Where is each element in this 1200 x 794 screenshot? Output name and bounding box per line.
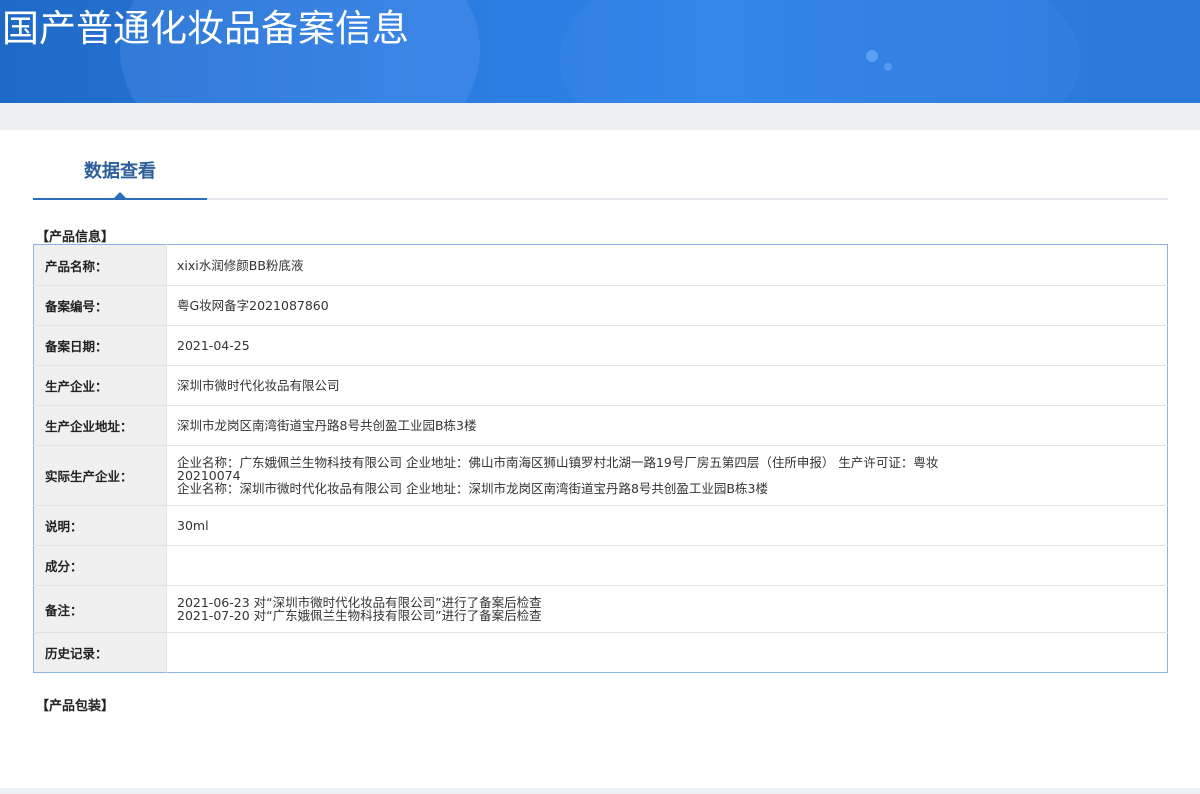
banner-decoration	[866, 50, 878, 62]
actual-manufacturer-value: 企业名称：广东娥佩兰生物科技有限公司 企业地址：佛山市南海区狮山镇罗村北湖一路1…	[166, 445, 1168, 506]
page-header-banner: 国产普通化妆品备案信息	[0, 0, 1200, 103]
product-name-value: xixi水润修颜BB粉底液	[166, 244, 1168, 286]
table-row: 说明： 30ml	[33, 505, 1168, 546]
actual-manufacturer-line: 企业名称：广东娥佩兰生物科技有限公司 企业地址：佛山市南海区狮山镇罗村北湖一路1…	[177, 455, 939, 483]
table-row: 生产企业： 深圳市微时代化妆品有限公司	[33, 365, 1168, 406]
row-label: 生产企业地址：	[33, 405, 167, 446]
table-row: 产品名称： xixi水润修颜BB粉底液	[33, 244, 1168, 286]
table-row: 备案日期： 2021-04-25	[33, 325, 1168, 366]
ingredients-value	[166, 545, 1168, 586]
section-title-product-packaging: 【产品包装】	[36, 699, 115, 714]
table-row: 历史记录：	[33, 632, 1168, 673]
tab-bar: 数据查看	[33, 130, 1168, 200]
tab-active-caret-icon	[114, 192, 126, 198]
remarks-value: 2021-06-23 对“深圳市微时代化妆品有限公司”进行了备案后检查 2021…	[166, 585, 1168, 633]
row-label: 说明：	[33, 505, 167, 546]
actual-manufacturer-line: 企业名称：深圳市微时代化妆品有限公司 企业地址：深圳市龙岗区南湾街道宝丹路8号共…	[177, 481, 768, 496]
row-label: 成分：	[33, 545, 167, 586]
table-row: 生产企业地址： 深圳市龙岗区南湾街道宝丹路8号共创盈工业园B栋3楼	[33, 405, 1168, 446]
remark-line: 2021-07-20 对“广东娥佩兰生物科技有限公司”进行了备案后检查	[177, 608, 542, 623]
row-label: 备案编号：	[33, 285, 167, 326]
record-number-value: 粤G妆网备字2021087860	[166, 285, 1168, 326]
section-title-product-info: 【产品信息】	[36, 230, 115, 245]
table-row: 实际生产企业： 企业名称：广东娥佩兰生物科技有限公司 企业地址：佛山市南海区狮山…	[33, 445, 1168, 506]
table-row: 成分：	[33, 545, 1168, 586]
content-card: 数据查看 【产品信息】 产品名称： xixi水润修颜BB粉底液 备案编号： 粤G…	[0, 130, 1200, 788]
product-info-table: 产品名称： xixi水润修颜BB粉底液 备案编号： 粤G妆网备字20210878…	[33, 244, 1168, 673]
manufacturer-value: 深圳市微时代化妆品有限公司	[166, 365, 1168, 406]
row-label: 产品名称：	[33, 244, 167, 286]
table-row: 备案编号： 粤G妆网备字2021087860	[33, 285, 1168, 326]
row-label: 历史记录：	[33, 632, 167, 673]
row-label: 生产企业：	[33, 365, 167, 406]
banner-decoration	[884, 63, 892, 71]
table-row: 备注： 2021-06-23 对“深圳市微时代化妆品有限公司”进行了备案后检查 …	[33, 585, 1168, 633]
tab-data-view[interactable]: 数据查看	[33, 130, 207, 200]
row-label: 实际生产企业：	[33, 445, 167, 506]
row-label: 备注：	[33, 585, 167, 633]
page-title: 国产普通化妆品备案信息	[2, 7, 409, 50]
history-value	[167, 633, 1168, 673]
tab-label[interactable]: 数据查看	[33, 157, 207, 183]
banner-decoration	[560, 0, 1080, 103]
manufacturer-address-value: 深圳市龙岗区南湾街道宝丹路8号共创盈工业园B栋3楼	[166, 405, 1168, 446]
record-date-value: 2021-04-25	[166, 325, 1168, 366]
row-label: 备案日期：	[33, 325, 167, 366]
description-value: 30ml	[166, 505, 1168, 546]
